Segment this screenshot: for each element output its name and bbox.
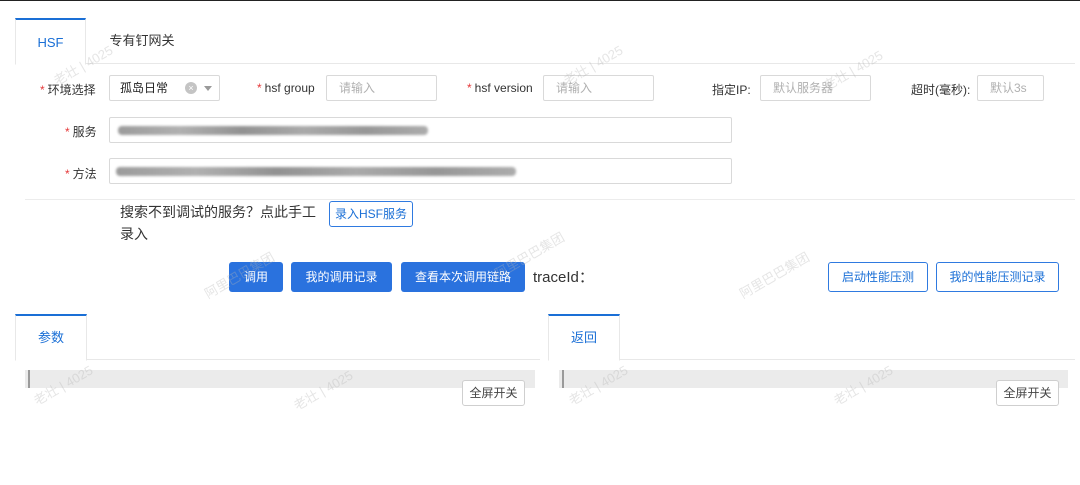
result-editor[interactable] (559, 370, 1068, 388)
add-hsf-service-button[interactable]: 录入HSF服务 (329, 201, 413, 227)
invoke-button[interactable]: 调用 (229, 262, 283, 292)
hsf-version-input[interactable] (543, 75, 654, 101)
result-fullscreen-button[interactable]: 全屏开关 (996, 380, 1059, 406)
manual-entry-hint: 搜索不到调试的服务？点此手工录入 (120, 204, 316, 242)
method-label: * 方法 (65, 167, 97, 181)
chevron-down-icon[interactable] (204, 86, 212, 91)
env-select[interactable]: 孤岛日常 × (109, 75, 220, 101)
hsf-version-label: * hsf version (467, 81, 533, 95)
watermark: 阿里巴巴集团 (736, 249, 813, 302)
result-panel-tabs: 返回 (548, 314, 1075, 361)
window-top-border (0, 0, 1080, 1)
env-label: * 环境选择 (40, 83, 96, 97)
clear-icon[interactable]: × (185, 82, 197, 94)
service-label: * 服务 (65, 125, 97, 139)
redacted-service-value (118, 126, 428, 135)
hsf-group-input[interactable] (326, 75, 437, 101)
env-select-value: 孤岛日常 (120, 81, 169, 95)
editor-cursor (562, 370, 564, 388)
timeout-label: 超时(毫秒): (911, 83, 971, 97)
params-panel-tabs: 参数 (15, 314, 540, 361)
start-perf-test-button[interactable]: 启动性能压测 (828, 262, 928, 292)
view-trace-button[interactable]: 查看本次调用链路 (401, 262, 525, 292)
timeout-input[interactable] (977, 75, 1044, 101)
tab-hsf[interactable]: HSF (15, 18, 86, 65)
my-records-button[interactable]: 我的调用记录 (291, 262, 392, 292)
tab-params[interactable]: 参数 (15, 314, 87, 361)
top-tab-bar: HSF 专有钉网关 (15, 18, 1075, 65)
tab-dedicated-gateway[interactable]: 专有钉网关 (107, 18, 177, 64)
ip-label: 指定IP: (712, 83, 751, 97)
section-divider (25, 199, 1075, 200)
tab-result[interactable]: 返回 (548, 314, 620, 361)
service-input[interactable] (109, 117, 732, 143)
trace-id-label: traceId： (533, 269, 594, 286)
my-perf-records-button[interactable]: 我的性能压测记录 (936, 262, 1059, 292)
params-fullscreen-button[interactable]: 全屏开关 (462, 380, 525, 406)
hsf-group-label: * hsf group (257, 81, 315, 95)
ip-input[interactable] (760, 75, 871, 101)
method-input[interactable] (109, 158, 732, 184)
redacted-method-value (116, 167, 516, 176)
editor-cursor (28, 370, 30, 388)
params-editor[interactable] (25, 370, 535, 388)
